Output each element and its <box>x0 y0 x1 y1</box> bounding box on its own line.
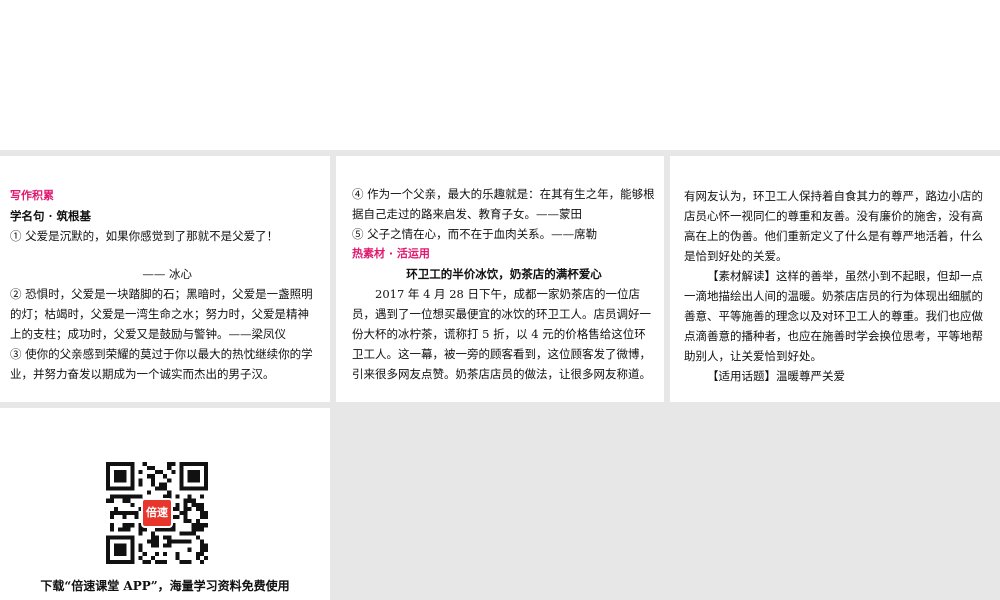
quote-item-4: ④ 作为一个父亲，最大的乐趣就是：在其有生之年，能够根据自己走过的路来启发、教育… <box>352 187 655 221</box>
story-body: 2017 年 4 月 28 日下午，成都一家奶茶店的一位店员，遇到了一位想买最便… <box>352 287 651 381</box>
app-logo-icon: 倍速 <box>141 498 173 528</box>
quote-item-1: ① 父爱是沉默的，如果你感觉到了那就不是父爱了！ <box>10 229 279 243</box>
analysis-paragraph-2: 【素材解读】这样的善举，虽然小到不起眼，但却一点一滴地描绘出人间的温暖。奶茶店店… <box>684 269 983 363</box>
quote-item-2: ② 恐惧时，父爱是一块踏脚的石；黑暗时，父爱是一盏照明的灯；枯竭时，父爱是一湾生… <box>10 287 313 341</box>
download-caption: 下载“倍速课堂 APP”，海量学习资料免费使用 <box>40 579 290 593</box>
quote-source-1: —— 冰心 <box>142 267 192 281</box>
story-title: 环卫工的半价冰饮，奶茶店的满杯爱心 <box>406 267 602 281</box>
section-heading: 热素材 · 活运用 <box>352 247 430 260</box>
material-analysis-panel: 有网友认为，环卫工人保持着自食其力的尊严，路边小店的店员心怀一视同仁的尊重和友善… <box>670 156 1000 402</box>
writing-accumulation-panel: 写作积累 学名句 · 筑根基 ① 父爱是沉默的，如果你感觉到了那就不是父爱了！ … <box>0 156 330 402</box>
analysis-paragraph-1: 有网友认为，环卫工人保持着自食其力的尊严，路边小店的店员心怀一视同仁的尊重和友善… <box>684 189 983 263</box>
applicable-topics: 【适用话题】温暖尊严关爱 <box>707 369 845 383</box>
empty-area <box>336 408 1000 600</box>
app-download-panel: 倍速 下载“倍速课堂 APP”，海量学习资料免费使用 <box>0 408 330 600</box>
top-blank-area <box>0 0 1000 150</box>
hot-material-panel: ④ 作为一个父亲，最大的乐趣就是：在其有生之年，能够根据自己走过的路来启发、教育… <box>336 156 664 402</box>
quote-item-5: ⑤ 父子之情在心，而不在于血肉关系。——席勒 <box>352 227 598 241</box>
section-heading: 写作积累 <box>10 189 54 202</box>
section-subheading: 学名句 · 筑根基 <box>10 209 92 223</box>
quote-item-3: ③ 使你的父亲感到荣耀的莫过于你以最大的热忱继续你的学业，并努力奋发以期成为一个… <box>10 347 313 381</box>
